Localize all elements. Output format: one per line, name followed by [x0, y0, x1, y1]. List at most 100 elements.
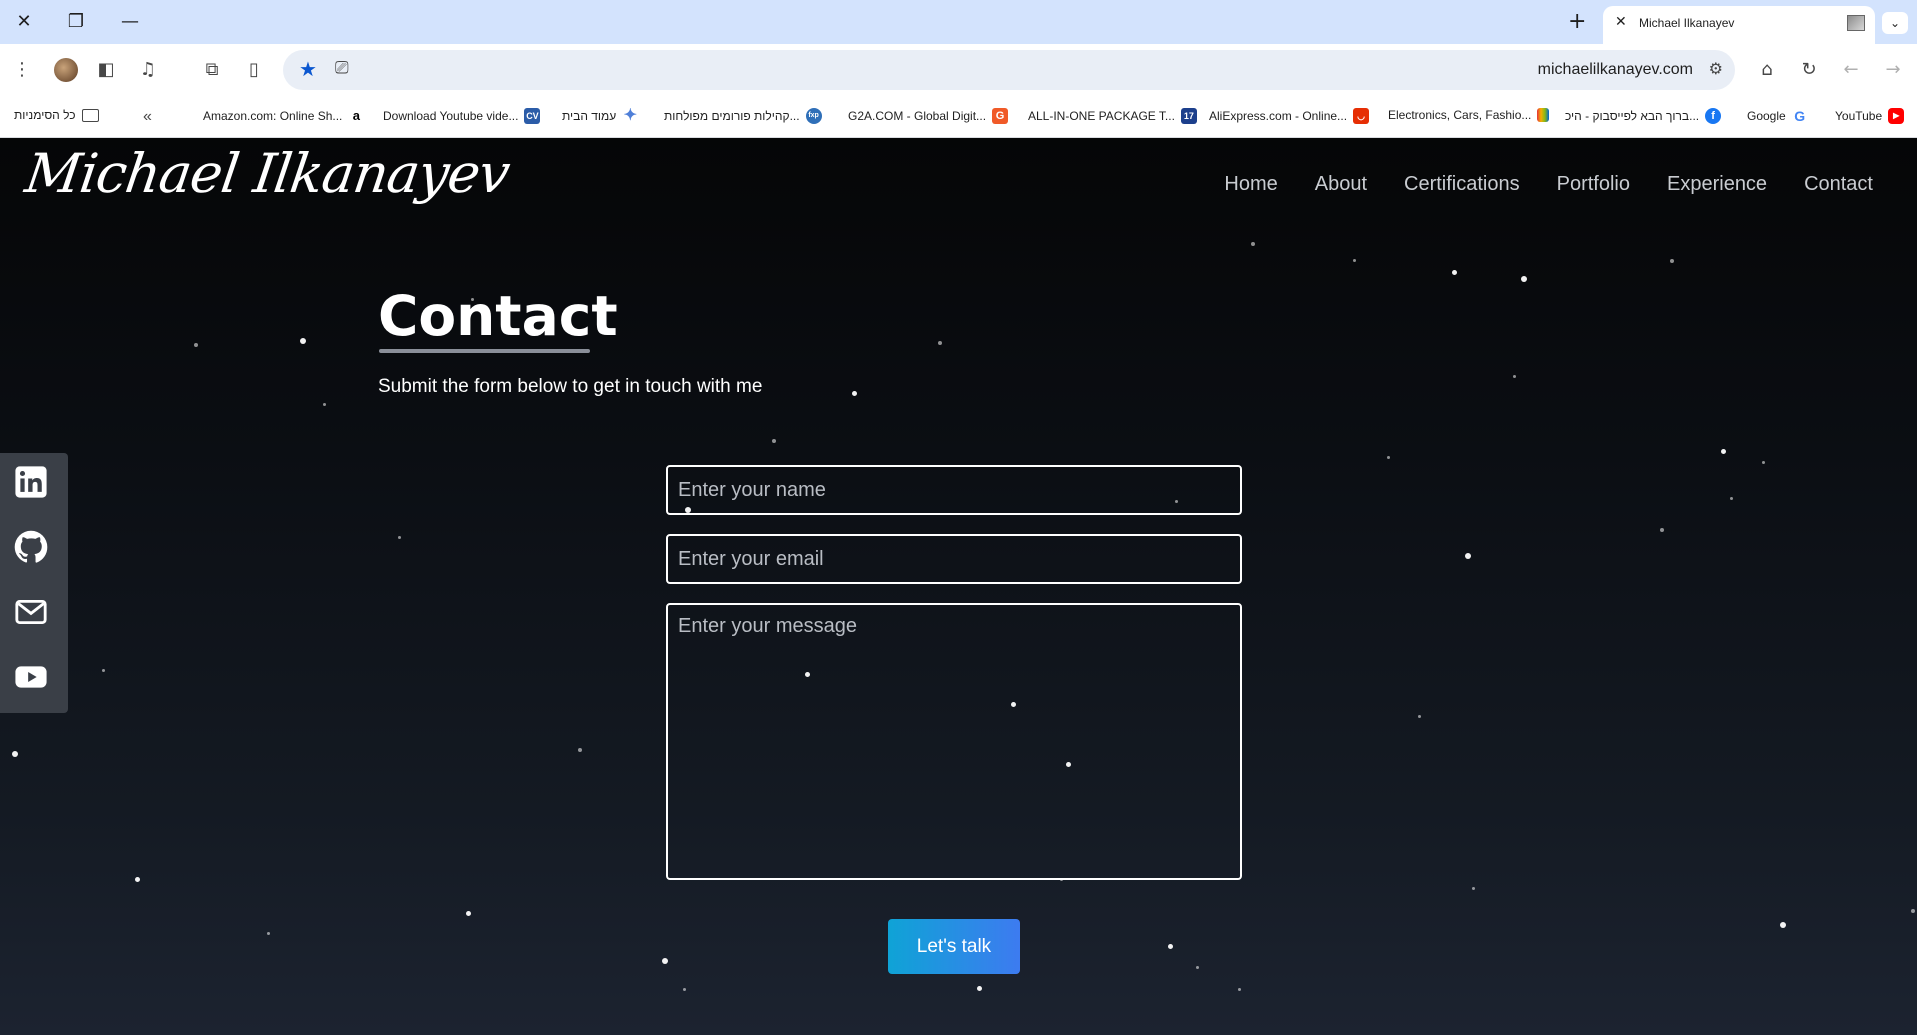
bookmark-label: Amazon.com: Online Sh...	[203, 109, 343, 123]
bookmark-all[interactable]: כל הסימניות	[14, 108, 99, 122]
page-subtitle: Submit the form below to get in touch wi…	[378, 376, 763, 397]
fxp-icon: fxp	[805, 108, 822, 124]
reload-icon[interactable]: ↻	[1797, 58, 1821, 82]
bookmark-fxp[interactable]: קהילות פורומים מפולחות... fxp	[664, 108, 822, 124]
active-tab[interactable]: ✕ Michael Ilkanayev	[1603, 6, 1875, 44]
facebook-icon: f	[1705, 108, 1722, 124]
bookmark-aliexpress[interactable]: AliExpress.com - Online... ◡	[1209, 108, 1370, 124]
extensions-icon[interactable]: ⧉	[200, 58, 224, 82]
nav-portfolio[interactable]: Portfolio	[1557, 173, 1630, 196]
media-control-icon[interactable]: ♫	[136, 58, 160, 82]
star-dot	[772, 439, 776, 443]
side-panel-icon[interactable]: ◧	[94, 58, 118, 82]
name-input[interactable]	[666, 465, 1242, 515]
bookmark-label: ברוך הבא לפייסבוק - היכ...	[1565, 109, 1700, 123]
close-window-icon[interactable]: ✕	[12, 10, 36, 34]
tab-close-icon[interactable]: ✕	[1615, 14, 1627, 30]
ebay-icon	[1537, 108, 1550, 122]
bookmark-label: Download Youtube vide...	[383, 109, 519, 123]
star-dot	[1238, 988, 1241, 991]
youtube-icon: ▶	[1888, 108, 1905, 124]
aliexpress-icon: ◡	[1353, 108, 1370, 124]
browser-toolbar: ⋮ ◧ ♫ ⧉ ▯ ★ ⎚ michaelilkanayev.com ⚙ ⌂ ↻…	[0, 44, 1917, 96]
bookmark-star-icon[interactable]: ★	[299, 57, 317, 81]
menu-dots-icon[interactable]: ⋮	[10, 58, 34, 82]
cast-icon[interactable]: ⎚	[335, 58, 349, 78]
email-input[interactable]	[666, 534, 1242, 584]
site-logo[interactable]: Michael Ilkanayev	[22, 142, 513, 205]
star-dot	[1762, 461, 1765, 464]
star-dot	[1513, 375, 1516, 378]
nav-certifications[interactable]: Certifications	[1404, 173, 1520, 196]
bookmark-label: ALL-IN-ONE PACKAGE T...	[1028, 109, 1175, 123]
bookmark-label: כל הסימניות	[14, 108, 76, 122]
bookmark-label: YouTube	[1835, 109, 1883, 123]
minimize-window-icon[interactable]: —	[118, 10, 142, 34]
bookmark-17track[interactable]: ALL-IN-ONE PACKAGE T... 17	[1028, 108, 1197, 124]
github-icon[interactable]	[14, 530, 48, 564]
star-dot	[938, 341, 942, 345]
bookmark-facebook[interactable]: ברוך הבא לפייסבוק - היכ... f	[1565, 108, 1722, 124]
bookmark-youtube-download[interactable]: Download Youtube vide... CV	[383, 108, 541, 124]
bookmark-youtube[interactable]: YouTube ▶	[1835, 108, 1905, 124]
star-dot	[1418, 715, 1421, 718]
site-settings-icon[interactable]: ⚙	[1709, 59, 1723, 78]
browser-tab-bar: ✕ ❐ — + ✕ Michael Ilkanayev ⌄	[0, 0, 1917, 44]
star-dot	[1911, 909, 1915, 913]
bookmark-ebay[interactable]: Electronics, Cars, Fashio...	[1388, 108, 1550, 122]
star-dot	[1780, 922, 1786, 928]
nav-contact[interactable]: Contact	[1804, 173, 1873, 196]
star-dot	[1465, 553, 1471, 559]
restore-window-icon[interactable]: ❐	[64, 10, 88, 34]
submit-button[interactable]: Let's talk	[888, 919, 1020, 974]
linkedin-icon[interactable]	[14, 465, 48, 499]
nav-experience[interactable]: Experience	[1667, 173, 1767, 196]
gemini-icon: ✦	[623, 107, 637, 124]
bookmarks-bar: כל הסימניות « Amazon.com: Online Sh... a…	[0, 96, 1917, 138]
youtube-icon[interactable]	[14, 660, 48, 694]
tab-search-chevron-icon[interactable]: ⌄	[1882, 12, 1908, 34]
home-icon[interactable]: ⌂	[1755, 58, 1779, 82]
google-icon: G	[1794, 108, 1806, 124]
star-dot	[1196, 966, 1199, 969]
star-dot	[578, 748, 582, 752]
star-dot	[1251, 242, 1255, 246]
star-dot	[1168, 944, 1173, 949]
nav-home[interactable]: Home	[1224, 173, 1277, 196]
bookmark-google[interactable]: Google G	[1747, 108, 1808, 124]
folder-icon	[81, 108, 99, 122]
mail-icon[interactable]	[14, 595, 48, 629]
forward-arrow-icon[interactable]: →	[1881, 58, 1905, 82]
star-dot	[977, 986, 982, 991]
more-bookmarks-chevron-icon[interactable]: «	[143, 108, 152, 126]
star-dot	[1721, 449, 1726, 454]
url-text[interactable]: michaelilkanayev.com	[1538, 61, 1693, 79]
bookmark-label: G2A.COM - Global Digit...	[848, 109, 987, 123]
nav-about[interactable]: About	[1315, 173, 1367, 196]
message-textarea[interactable]	[666, 603, 1242, 880]
star-dot	[662, 958, 668, 964]
star-dot	[1387, 456, 1390, 459]
web-page: Michael Ilkanayev Home About Certificati…	[0, 138, 1917, 1035]
star-dot	[683, 988, 686, 991]
star-dot	[1660, 528, 1664, 532]
bookmark-home-page[interactable]: עמוד הבית ✦	[562, 108, 638, 124]
star-dot	[300, 338, 306, 344]
page-title: Contact	[378, 284, 618, 348]
star-dot	[194, 343, 198, 347]
star-dot	[852, 391, 857, 396]
tab-favicon-icon	[1847, 15, 1865, 31]
star-dot	[1670, 259, 1674, 263]
star-dot	[1353, 259, 1356, 262]
address-bar[interactable]: ★ ⎚ michaelilkanayev.com ⚙	[283, 50, 1735, 90]
back-arrow-icon[interactable]: ←	[1839, 58, 1863, 82]
title-underline	[379, 349, 590, 353]
bookmark-amazon[interactable]: Amazon.com: Online Sh... a	[203, 108, 365, 124]
bookmark-label: עמוד הבית	[562, 109, 617, 123]
new-tab-icon[interactable]: +	[1568, 9, 1586, 34]
cv-icon: CV	[524, 108, 541, 124]
tab-organizer-icon[interactable]: ▯	[242, 58, 266, 82]
profile-avatar[interactable]	[54, 58, 78, 82]
bookmark-label: קהילות פורומים מפולחות...	[664, 109, 800, 123]
bookmark-g2a[interactable]: G2A.COM - Global Digit... G	[848, 108, 1009, 124]
